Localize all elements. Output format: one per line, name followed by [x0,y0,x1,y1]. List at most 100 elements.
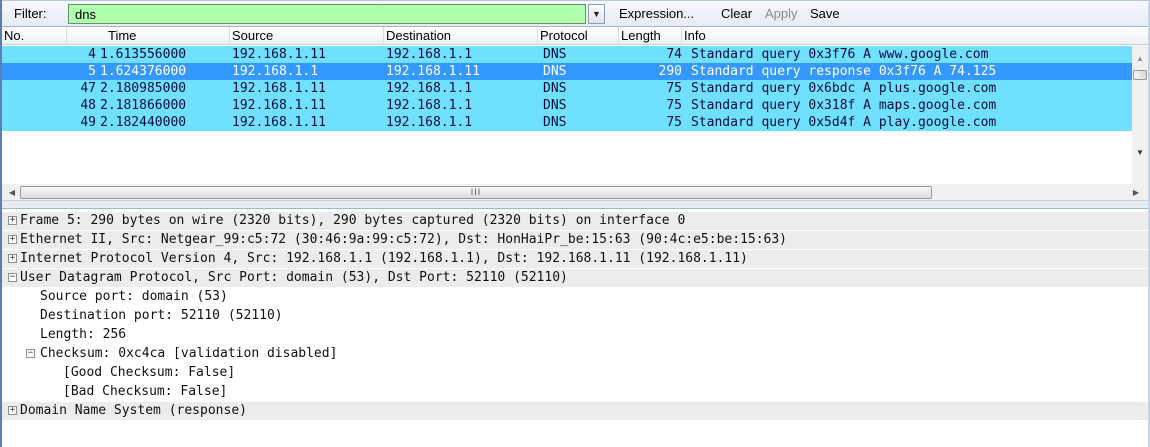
detail-text: Destination port: 52110 (52110) [40,308,283,323]
chevron-down-icon: ▼ [592,9,601,19]
column-separator[interactable] [618,27,619,45]
collapse-minus-icon[interactable]: − [8,273,17,282]
packet-length: 74 [666,47,682,62]
detail-ipv4[interactable]: + Internet Protocol Version 4, Src: 192.… [2,250,1148,268]
packet-length: 75 [666,115,682,130]
packet-row[interactable]: 49 2.182440000 192.168.1.11 192.168.1.1 … [2,114,1132,131]
packet-info: Standard query 0x3f76 A www.google.com [691,47,989,62]
horizontal-scroll-thumb[interactable]: III [20,186,932,199]
column-separator[interactable] [229,27,230,45]
packet-info: Standard query 0x6bdc A plus.google.com [691,81,997,96]
packet-destination: 192.168.1.1 [386,81,473,96]
column-header-protocol[interactable]: Protocol [540,28,588,43]
detail-dns[interactable]: + Domain Name System (response) [2,402,1148,420]
column-header-no[interactable]: No. [4,28,24,43]
packet-time: 2.182440000 [100,115,187,130]
packet-info: Standard query 0x5d4f A play.google.com [691,115,997,130]
expand-plus-icon[interactable]: + [8,406,17,415]
packet-length: 75 [666,81,682,96]
scroll-up-arrow-icon[interactable]: ▲ [1132,52,1148,66]
packet-list-horizontal-scrollbar[interactable]: ◀ III ▶ [2,184,1148,201]
detail-text: User Datagram Protocol, Src Port: domain… [20,270,568,285]
scroll-down-arrow-icon[interactable]: ▼ [1132,146,1148,160]
packet-row[interactable]: 48 2.181866000 192.168.1.11 192.168.1.1 … [2,97,1132,114]
expand-plus-icon[interactable]: + [8,216,17,225]
packet-no: 48 [80,98,96,113]
detail-checksum[interactable]: − Checksum: 0xc4ca [validation disabled] [2,345,1148,363]
column-separator[interactable] [383,27,384,45]
column-header-info[interactable]: Info [684,28,706,43]
detail-text: Length: 256 [40,327,127,342]
packet-list: No. Time Source Destination Protocol Len… [2,26,1148,208]
detail-text: Source port: domain (53) [40,289,228,304]
packet-time: 2.180985000 [100,81,187,96]
packet-source: 192.168.1.11 [232,81,326,96]
packet-no: 4 [88,47,96,62]
packet-source: 192.168.1.11 [232,115,326,130]
filter-label: Filter: [14,6,47,21]
packet-protocol: DNS [543,47,567,62]
column-header-length[interactable]: Length [621,28,661,43]
column-header-time[interactable]: Time [108,28,136,43]
packet-no: 47 [80,81,96,96]
packet-destination: 192.168.1.1 [386,47,473,62]
vertical-scroll-thumb[interactable] [1133,70,1147,80]
column-header-source[interactable]: Source [232,28,273,43]
packet-rows: 4 1.613556000 192.168.1.11 192.168.1.1 D… [2,46,1132,184]
packet-time: 2.181866000 [100,98,187,113]
packet-protocol: DNS [543,98,567,113]
packet-protocol: DNS [543,64,567,79]
packet-source: 192.168.1.11 [232,47,326,62]
detail-bad-checksum[interactable]: [Bad Checksum: False] [2,383,1148,401]
detail-text: Ethernet II, Src: Netgear_99:c5:72 (30:4… [20,232,788,247]
packet-info: Standard query 0x318f A maps.google.com [691,98,997,113]
column-header-destination[interactable]: Destination [386,28,451,43]
detail-ethernet[interactable]: + Ethernet II, Src: Netgear_99:c5:72 (30… [2,231,1148,249]
detail-good-checksum[interactable]: [Good Checksum: False] [2,364,1148,382]
scroll-left-arrow-icon[interactable]: ◀ [4,184,20,201]
detail-text: Frame 5: 290 bytes on wire (2320 bits), … [20,213,686,228]
detail-text: Internet Protocol Version 4, Src: 192.16… [20,251,748,266]
filter-input[interactable] [68,4,586,24]
packet-time: 1.613556000 [100,47,187,62]
packet-no: 49 [80,115,96,130]
detail-text: Checksum: 0xc4ca [validation disabled] [40,346,338,361]
clear-button[interactable]: Clear [721,6,752,21]
packet-list-header: No. Time Source Destination Protocol Len… [2,27,1148,45]
packet-source: 192.168.1.11 [232,98,326,113]
apply-button[interactable]: Apply [765,6,798,21]
column-separator[interactable] [681,27,682,45]
packet-destination: 192.168.1.11 [386,64,480,79]
detail-destination-port[interactable]: Destination port: 52110 (52110) [2,307,1148,325]
detail-length[interactable]: Length: 256 [2,326,1148,344]
detail-text: [Good Checksum: False] [63,365,236,380]
detail-text: Domain Name System (response) [20,403,247,418]
detail-text: [Bad Checksum: False] [63,384,228,399]
pane-splitter[interactable] [2,200,1148,208]
packet-list-vertical-scrollbar[interactable]: ▲ ▼ [1132,46,1148,184]
packet-length: 75 [666,98,682,113]
packet-source: 192.168.1.1 [232,64,319,79]
expression-button[interactable]: Expression... [619,6,694,21]
column-separator[interactable] [537,27,538,45]
expand-plus-icon[interactable]: + [8,235,17,244]
detail-frame[interactable]: + Frame 5: 290 bytes on wire (2320 bits)… [2,212,1148,230]
packet-protocol: DNS [543,81,567,96]
expand-plus-icon[interactable]: + [8,254,17,263]
filter-dropdown-button[interactable]: ▼ [588,4,605,24]
detail-source-port[interactable]: Source port: domain (53) [2,288,1148,306]
scroll-right-arrow-icon[interactable]: ▶ [1128,184,1144,201]
packet-protocol: DNS [543,115,567,130]
packet-destination: 192.168.1.1 [386,98,473,113]
column-separator[interactable] [66,27,67,45]
detail-udp[interactable]: − User Datagram Protocol, Src Port: doma… [2,269,1148,287]
packet-row[interactable]: 47 2.180985000 192.168.1.11 192.168.1.1 … [2,80,1132,97]
packet-details-pane: + Frame 5: 290 bytes on wire (2320 bits)… [2,208,1148,447]
save-button[interactable]: Save [810,6,840,21]
packet-no: 5 [88,64,96,79]
collapse-minus-icon[interactable]: − [26,349,35,358]
filter-toolbar: Filter: ▼ Expression... Clear Apply Save [2,0,1148,26]
packet-row[interactable]: 4 1.613556000 192.168.1.11 192.168.1.1 D… [2,46,1132,63]
packet-info: Standard query response 0x3f76 A 74.125 [691,64,997,79]
packet-row-selected[interactable]: 5 1.624376000 192.168.1.1 192.168.1.11 D… [2,63,1132,80]
